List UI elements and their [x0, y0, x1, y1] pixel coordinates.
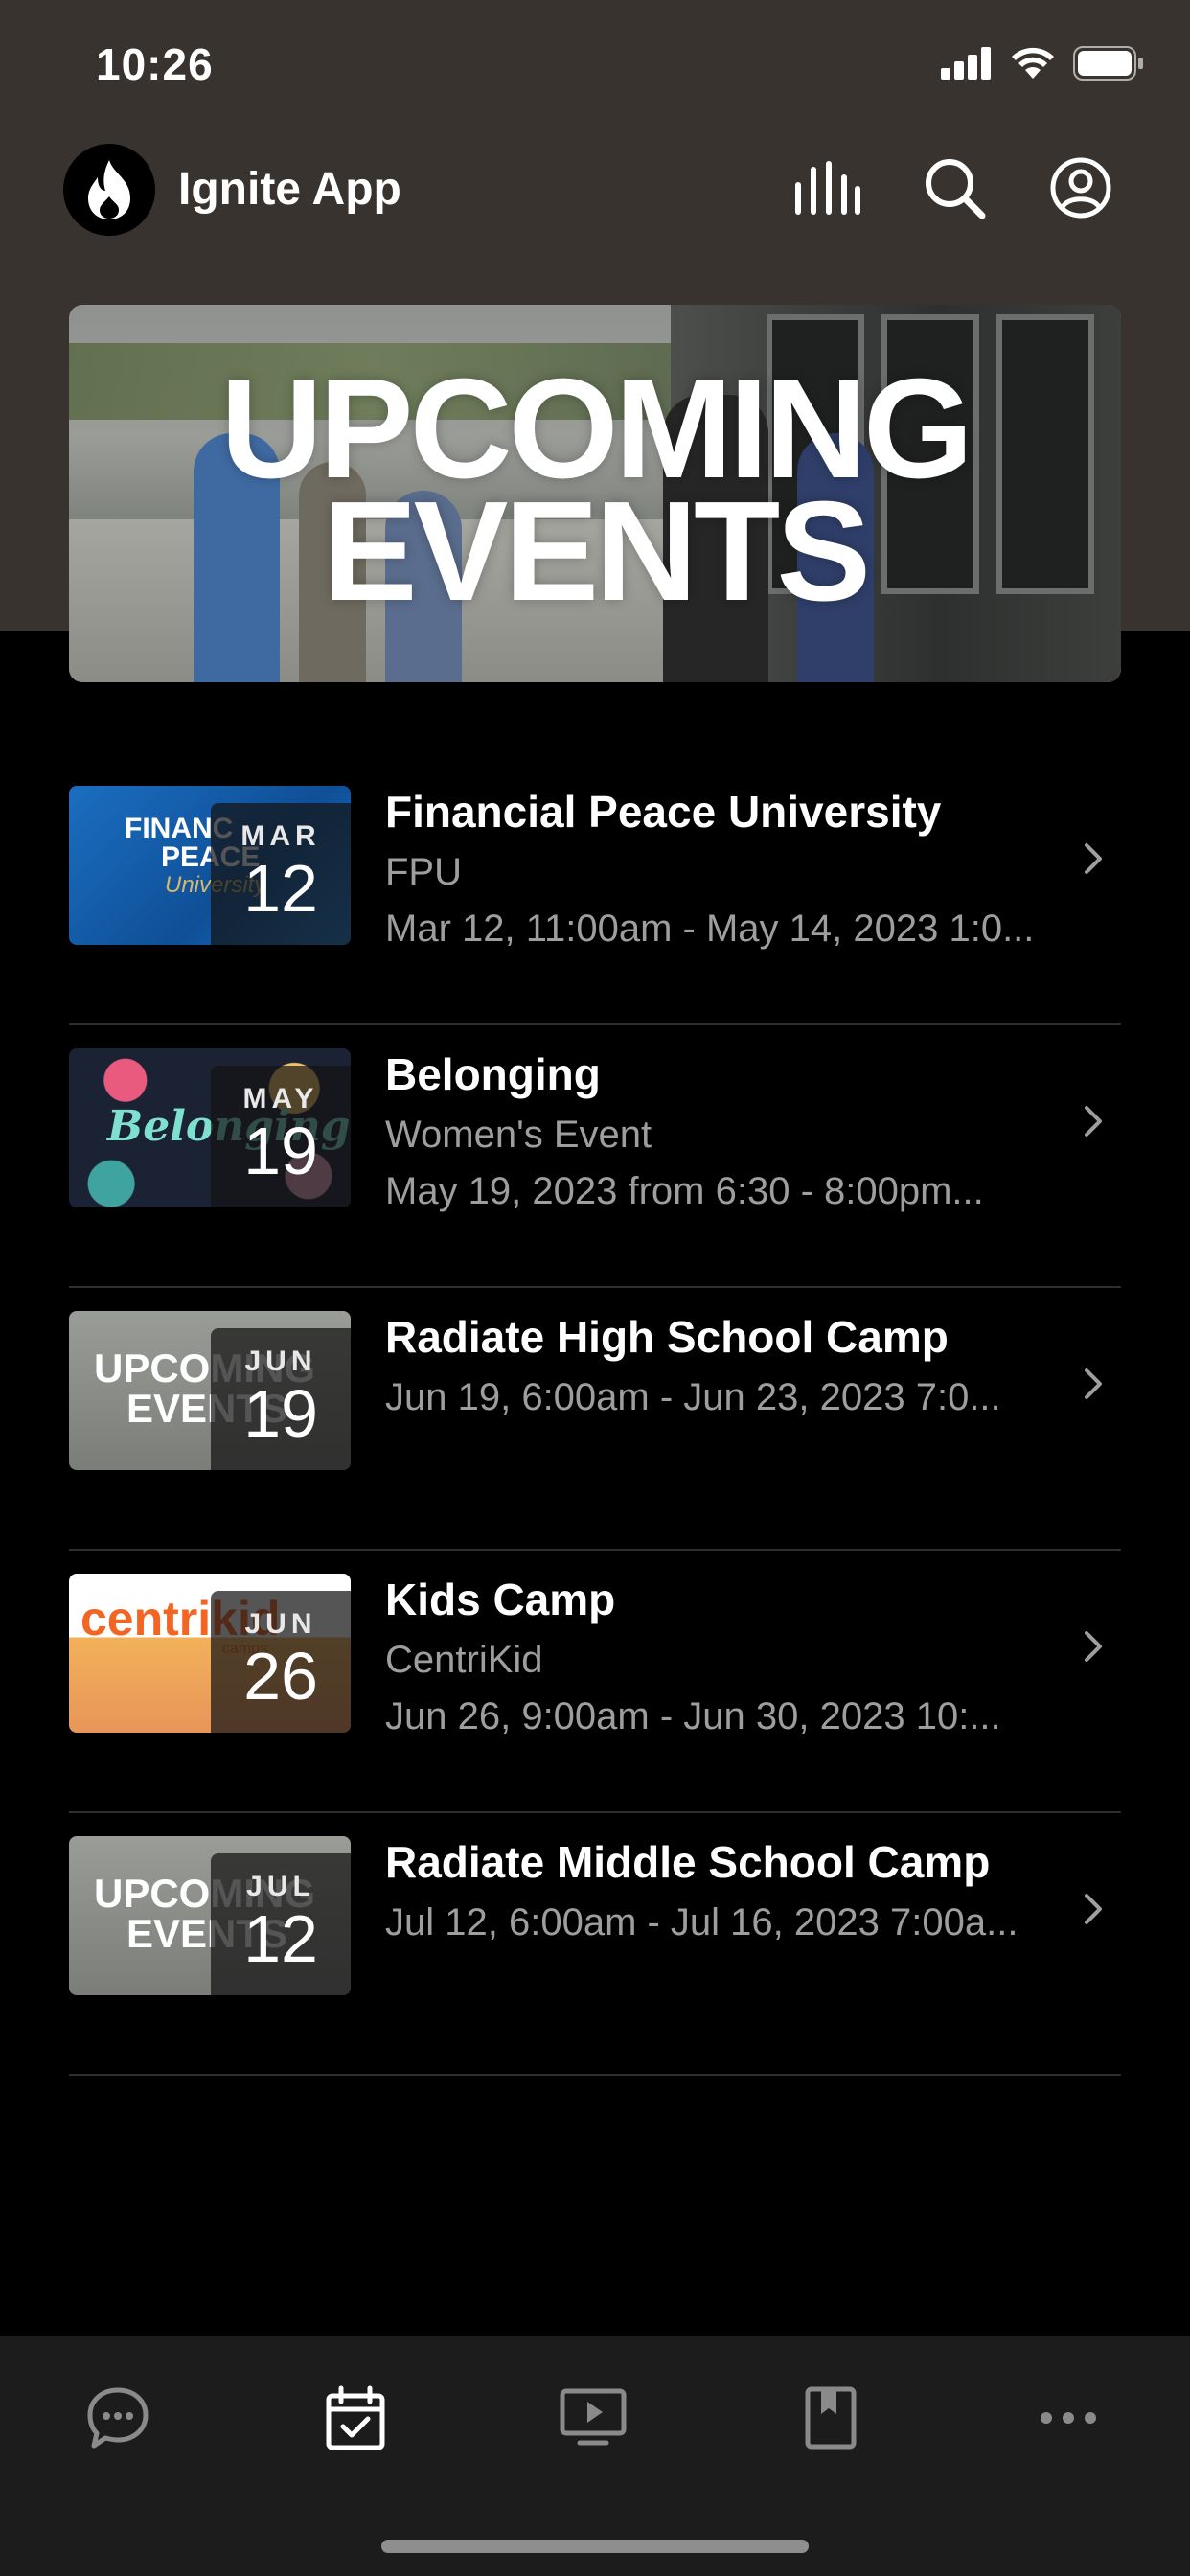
event-day: 19 [243, 1376, 318, 1451]
event-text: Kids Camp CentriKid Jun 26, 9:00am - Jun… [385, 1574, 1075, 1738]
event-day: 12 [243, 851, 318, 926]
event-month: JUN [244, 1608, 317, 1640]
event-thumbnail: centrikid camps JUN 26 [69, 1574, 351, 1733]
tab-events[interactable] [312, 2375, 399, 2461]
upcoming-events-banner: UPCOMING EVENTS [69, 305, 1121, 682]
event-text: Financial Peace University FPU Mar 12, 1… [385, 786, 1075, 951]
app-header: Ignite App [0, 134, 1190, 249]
more-dots-icon [1041, 2412, 1096, 2424]
event-month: MAY [242, 1083, 319, 1115]
event-subtitle: FPU [385, 851, 462, 893]
chevron-right-icon [1085, 1894, 1102, 1924]
status-time: 10:26 [96, 39, 214, 89]
event-thumbnail: UPCOMING EVENTS JUL 12 [69, 1836, 351, 1995]
event-text: Radiate High School Camp Jun 19, 6:00am … [385, 1311, 1075, 1419]
chevron-right-icon [1085, 1106, 1102, 1137]
tv-play-icon [560, 2388, 627, 2446]
event-row-belonging[interactable]: Belonging MAY 19 Belonging Women's Event… [69, 1025, 1121, 1288]
battery-icon [1073, 46, 1143, 80]
status-icons [941, 46, 1144, 80]
event-row-kids-camp[interactable]: centrikid camps JUN 26 Kids Camp CentriK… [69, 1551, 1121, 1813]
event-thumbnail: FINANC PEACE University MAR 12 [69, 786, 351, 945]
event-title: Kids Camp [385, 1575, 616, 1624]
chat-bubble-icon [87, 2387, 149, 2449]
wifi-icon [1012, 47, 1054, 79]
events-list: FINANC PEACE University MAR 12 Financial… [69, 763, 1121, 2076]
event-title: Financial Peace University [385, 787, 942, 837]
bookmark-book-icon [805, 2386, 857, 2450]
event-date-badge: JUN 26 [211, 1591, 351, 1733]
event-month: JUL [246, 1871, 315, 1902]
app-title: Ignite App [178, 164, 401, 215]
chevron-right-icon [1085, 1368, 1102, 1399]
chevron-right-icon [1085, 1631, 1102, 1662]
flame-icon [88, 160, 130, 219]
event-date-badge: MAR 12 [211, 803, 351, 945]
app-logo [63, 144, 155, 236]
tab-notes[interactable] [788, 2375, 874, 2461]
event-date-range: Mar 12, 11:00am - May 14, 2023 1:0... [385, 908, 1035, 950]
status-bar: 10:26 [0, 0, 1190, 126]
home-indicator[interactable] [381, 2540, 809, 2553]
search-icon[interactable] [918, 151, 991, 224]
event-title: Radiate High School Camp [385, 1312, 949, 1362]
event-subtitle: Women's Event [385, 1114, 652, 1156]
cellular-signal-icon [941, 47, 991, 80]
event-text: Belonging Women's Event May 19, 2023 fro… [385, 1048, 1075, 1213]
event-date-badge: JUL 12 [211, 1853, 351, 1995]
event-thumbnail: Belonging MAY 19 [69, 1048, 351, 1208]
event-date-badge: MAY 19 [211, 1066, 351, 1208]
event-row-middle-school-camp[interactable]: UPCOMING EVENTS JUL 12 Radiate Middle Sc… [69, 1813, 1121, 2076]
event-month: JUN [244, 1346, 317, 1377]
event-date-range: Jun 19, 6:00am - Jun 23, 2023 7:0... [385, 1376, 1001, 1418]
event-day: 26 [243, 1639, 318, 1714]
event-row-high-school-camp[interactable]: UPCOMING EVENTS JUN 19 Radiate High Scho… [69, 1288, 1121, 1551]
event-text: Radiate Middle School Camp Jul 12, 6:00a… [385, 1836, 1075, 1944]
event-title: Radiate Middle School Camp [385, 1837, 991, 1887]
chevron-right-icon [1085, 843, 1102, 874]
profile-icon[interactable] [1044, 151, 1117, 224]
event-subtitle: CentriKid [385, 1639, 543, 1681]
tab-messages[interactable] [75, 2375, 161, 2461]
event-date-range: Jun 26, 9:00am - Jun 30, 2023 10:... [385, 1695, 1001, 1737]
tab-media[interactable] [550, 2375, 636, 2461]
calendar-check-icon [326, 2385, 385, 2450]
event-day: 12 [243, 1901, 318, 1976]
event-row-financial-peace[interactable]: FINANC PEACE University MAR 12 Financial… [69, 763, 1121, 1025]
event-date-badge: JUN 19 [211, 1328, 351, 1470]
event-date-range: May 19, 2023 from 6:30 - 8:00pm... [385, 1170, 984, 1212]
event-day: 19 [243, 1114, 318, 1188]
event-month: MAR [240, 820, 321, 852]
tab-more[interactable] [1025, 2375, 1111, 2461]
event-date-range: Jul 12, 6:00am - Jul 16, 2023 7:00a... [385, 1901, 1018, 1944]
banner-title: UPCOMING EVENTS [69, 358, 1121, 631]
event-thumbnail: UPCOMING EVENTS JUN 19 [69, 1311, 351, 1470]
banner-title-line-2: EVENTS [322, 472, 871, 631]
event-title: Belonging [385, 1049, 601, 1099]
audio-bars-icon[interactable] [791, 151, 864, 224]
